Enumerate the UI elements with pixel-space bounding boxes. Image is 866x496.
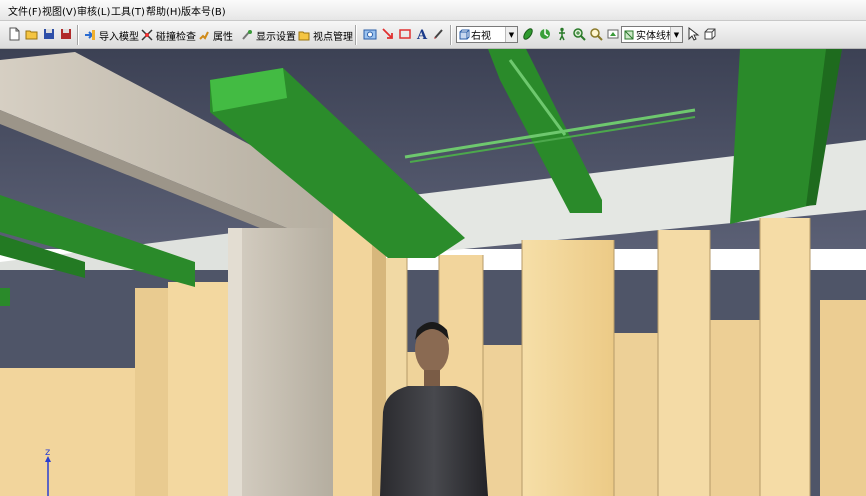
display-settings-label: 显示设置 bbox=[256, 31, 296, 43]
fit-view-icon[interactable] bbox=[606, 27, 620, 41]
box-icon[interactable] bbox=[703, 27, 717, 41]
wall-panel bbox=[760, 218, 810, 496]
wall-panel bbox=[658, 230, 710, 496]
toolbar: 导入模型 碰撞检查 属性 显示设置 视点管理 A 右视 ▼ 实体线框 ▼ bbox=[0, 21, 866, 49]
menu-review[interactable]: 审核(L) bbox=[75, 3, 112, 18]
menu-file[interactable]: 文件(F) bbox=[6, 3, 44, 18]
rotate-icon[interactable] bbox=[538, 27, 552, 41]
wall-panel bbox=[820, 300, 866, 496]
import-icon bbox=[85, 30, 95, 40]
properties-button[interactable]: 属性 bbox=[198, 26, 233, 44]
z-axis-label: z bbox=[45, 447, 50, 458]
text-annotation-icon[interactable]: A bbox=[415, 27, 429, 41]
open-folder-icon[interactable] bbox=[25, 27, 39, 41]
select-cursor-icon[interactable] bbox=[686, 27, 700, 41]
menu-bar: 文件(F) 视图(V) 审核(L) 工具(T) 帮助(H) 版本号(B) bbox=[0, 0, 866, 21]
display-settings-button[interactable]: 显示设置 bbox=[241, 26, 296, 44]
properties-label: 属性 bbox=[213, 31, 233, 43]
concrete-column bbox=[228, 228, 335, 496]
collision-check-button[interactable]: 碰撞检查 bbox=[141, 26, 196, 44]
menu-version[interactable]: 版本号(B) bbox=[179, 3, 228, 18]
wall-panel bbox=[483, 345, 523, 496]
display-settings-icon bbox=[242, 30, 252, 40]
menu-help[interactable]: 帮助(H) bbox=[144, 3, 183, 18]
render-mode-select[interactable]: 实体线框 ▼ bbox=[621, 26, 683, 43]
wall-panel bbox=[522, 240, 614, 496]
green-beam bbox=[0, 288, 10, 306]
rectangle-annotation-icon[interactable] bbox=[398, 27, 412, 41]
zoom-window-icon[interactable] bbox=[589, 27, 603, 41]
pen-icon[interactable] bbox=[432, 27, 446, 41]
view-select[interactable]: 右视 ▼ bbox=[456, 26, 518, 43]
pan-leaf-icon[interactable] bbox=[521, 27, 535, 41]
menu-view[interactable]: 视图(V) bbox=[40, 3, 79, 18]
left-wall-panel bbox=[135, 288, 170, 496]
left-wall-panel bbox=[168, 282, 228, 496]
toolbar-separator bbox=[355, 25, 357, 45]
viewpoint-folder-icon bbox=[298, 31, 310, 41]
import-model-label: 导入模型 bbox=[99, 31, 139, 43]
chevron-down-icon[interactable]: ▼ bbox=[505, 27, 517, 42]
toolbar-separator bbox=[77, 25, 79, 45]
new-file-icon[interactable] bbox=[7, 27, 21, 41]
save-icon[interactable] bbox=[42, 27, 56, 41]
viewpoint-manager-button[interactable]: 视点管理 bbox=[298, 26, 353, 44]
import-model-button[interactable]: 导入模型 bbox=[84, 26, 139, 44]
concrete-column-edge bbox=[228, 228, 242, 496]
walk-icon[interactable] bbox=[555, 27, 569, 41]
chevron-down-icon[interactable]: ▼ bbox=[670, 27, 682, 42]
view-cube-icon bbox=[459, 29, 470, 39]
collision-check-label: 碰撞检查 bbox=[156, 31, 196, 43]
left-wall bbox=[0, 368, 140, 496]
zoom-in-icon[interactable] bbox=[572, 27, 586, 41]
menu-tools[interactable]: 工具(T) bbox=[109, 3, 147, 18]
render-mode-icon bbox=[624, 30, 634, 39]
screenshot-icon[interactable] bbox=[363, 27, 377, 41]
save-as-icon[interactable] bbox=[59, 27, 73, 41]
view-select-value: 右视 bbox=[471, 31, 491, 42]
wall-panel bbox=[614, 333, 658, 496]
3d-viewport[interactable]: z bbox=[0, 49, 866, 496]
wall-panel bbox=[710, 320, 760, 496]
toolbar-separator bbox=[450, 25, 452, 45]
properties-icon bbox=[199, 31, 209, 40]
viewpoint-manager-label: 视点管理 bbox=[313, 31, 353, 43]
arrow-annotation-icon[interactable] bbox=[381, 27, 395, 41]
collision-icon bbox=[141, 29, 153, 41]
svg-text:A: A bbox=[416, 28, 428, 41]
